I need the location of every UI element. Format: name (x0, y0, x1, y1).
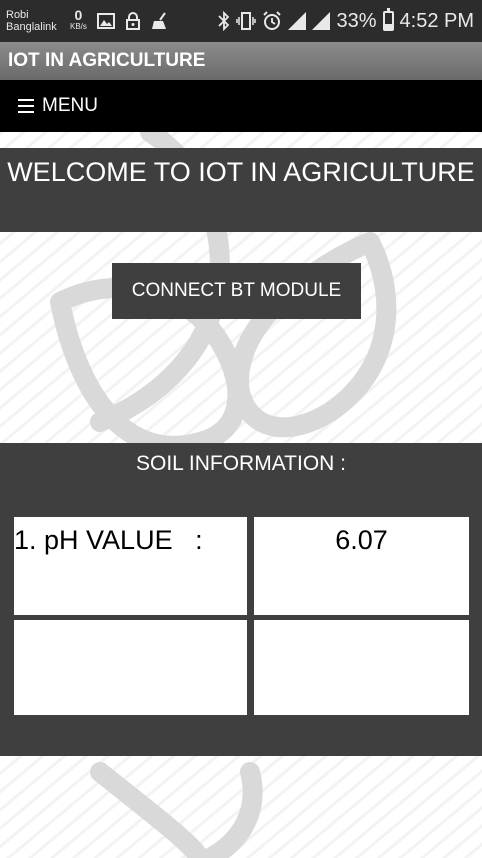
broom-icon (151, 12, 166, 29)
signal-icon (288, 12, 307, 30)
soil-info-panel: SOIL INFORMATION : 1. pH VALUE : 6.07 (0, 443, 482, 756)
clock: 4:52 PM (399, 9, 474, 32)
empty-label-cell (14, 620, 247, 715)
signal-icon (312, 12, 331, 30)
lock-icon (125, 12, 140, 30)
menu-label: MENU (42, 95, 98, 116)
empty-value-cell (254, 620, 469, 715)
ph-value-cell: 6.07 (254, 517, 469, 615)
ph-label-cell: 1. pH VALUE : (14, 517, 247, 615)
status-bar: Robi Banglalink 0 KB/s 33% 4:52 PM (0, 0, 482, 42)
net-speed: 0 KB/s (70, 7, 87, 32)
battery-icon (382, 8, 394, 31)
menu-button[interactable]: MENU (0, 80, 482, 132)
app-title-bar: IOT IN AGRICULTURE (0, 42, 482, 80)
carrier-2: Banglalink (6, 21, 57, 33)
carrier-label: Robi Banglalink (6, 9, 66, 33)
welcome-banner: WELCOME TO IOT IN AGRICULTURE (0, 148, 482, 232)
hamburger-icon (18, 99, 34, 113)
net-speed-value: 0 (74, 7, 83, 23)
app-title: IOT IN AGRICULTURE (8, 50, 206, 71)
welcome-text: WELCOME TO IOT IN AGRICULTURE (7, 157, 475, 187)
carrier-1: Robi (6, 9, 29, 21)
bluetooth-icon (218, 11, 230, 31)
alarm-icon (263, 11, 282, 30)
battery-percent: 33% (336, 9, 377, 32)
image-icon (96, 13, 115, 29)
net-speed-unit: KB/s (70, 22, 87, 31)
soil-info-title: SOIL INFORMATION : (135, 452, 346, 475)
vibrate-icon (236, 12, 257, 30)
connect-bt-button[interactable]: CONNECT BT MODULE (112, 263, 361, 319)
